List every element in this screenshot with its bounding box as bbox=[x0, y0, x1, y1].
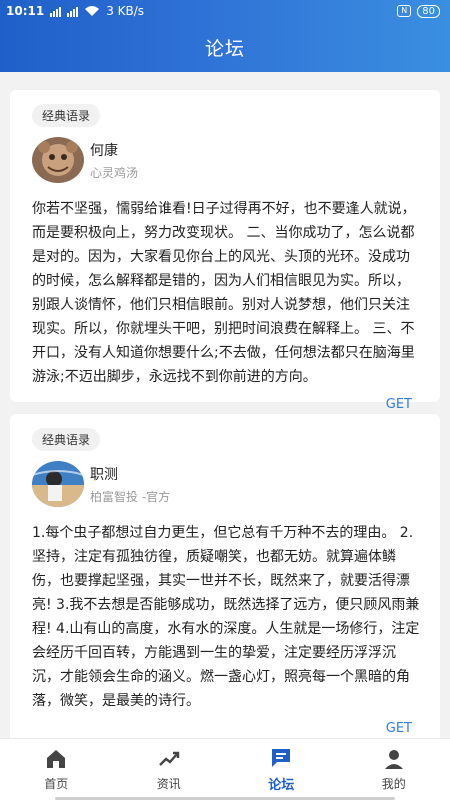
wifi-icon bbox=[85, 6, 100, 16]
post-author: 职测 柏富智投 -官方 bbox=[32, 461, 428, 507]
get-button[interactable]: GET bbox=[22, 721, 428, 736]
author-name[interactable]: 何康 bbox=[90, 140, 138, 160]
tab-label: 我的 bbox=[381, 777, 406, 791]
post-list[interactable]: 经典语录 何康 心灵鸡汤 你若不坚强，懦弱给谁看!日子过得再不好，也不要逢人就说… bbox=[0, 72, 450, 738]
status-bar: 10:11 3 KB/s N 80 bbox=[0, 0, 450, 22]
nfc-icon: N bbox=[397, 5, 412, 17]
post-card[interactable]: 经典语录 职测 柏富智投 -官方 1.每个虫子都想过自力更生，但它总有千万种不去… bbox=[10, 414, 440, 738]
signal-icon-2 bbox=[67, 6, 79, 17]
tab-news[interactable]: 资讯 bbox=[113, 739, 226, 800]
signal-icon bbox=[50, 6, 62, 17]
get-button[interactable]: GET bbox=[22, 397, 428, 412]
app-header: 10:11 3 KB/s N 80 论坛 bbox=[0, 0, 450, 72]
user-icon bbox=[384, 750, 403, 769]
home-icon bbox=[47, 750, 66, 768]
page-title: 论坛 bbox=[204, 37, 245, 60]
author-subtitle: 柏富智投 -官方 bbox=[90, 489, 171, 504]
tab-forum[interactable]: 论坛 bbox=[225, 739, 338, 800]
author-name[interactable]: 职测 bbox=[90, 464, 170, 484]
post-tag: 经典语录 bbox=[32, 428, 101, 451]
post-text: 你若不坚强，懦弱给谁看!日子过得再不好，也不要逢人就说，而是要积极向上，努力改变… bbox=[32, 201, 416, 385]
tab-label: 首页 bbox=[44, 777, 69, 791]
status-time: 10:11 bbox=[6, 4, 45, 18]
network-speed: 3 KB/s bbox=[106, 4, 145, 18]
tab-home[interactable]: 首页 bbox=[0, 739, 113, 800]
post-card[interactable]: 经典语录 何康 心灵鸡汤 你若不坚强，懦弱给谁看!日子过得再不好，也不要逢人就说… bbox=[10, 90, 440, 412]
post-text: 1.每个虫子都想过自力更生，但它总有千万种不去的理由。 2.坚持，注定有孤独彷徨… bbox=[32, 525, 420, 709]
tab-label: 资讯 bbox=[156, 777, 181, 791]
author-subtitle: 心灵鸡汤 bbox=[90, 165, 139, 180]
post-author: 何康 心灵鸡汤 bbox=[32, 137, 428, 183]
avatar[interactable] bbox=[32, 137, 84, 183]
tab-mine[interactable]: 我的 bbox=[338, 739, 450, 800]
tab-label: 论坛 bbox=[268, 778, 295, 793]
post-tag: 经典语录 bbox=[32, 104, 101, 127]
battery-indicator: 80 bbox=[417, 4, 440, 18]
chat-icon bbox=[272, 749, 291, 767]
trend-icon bbox=[158, 751, 179, 766]
bottom-tab-bar: 首页 资讯 论坛 我的 bbox=[0, 738, 450, 800]
avatar[interactable] bbox=[32, 461, 84, 507]
